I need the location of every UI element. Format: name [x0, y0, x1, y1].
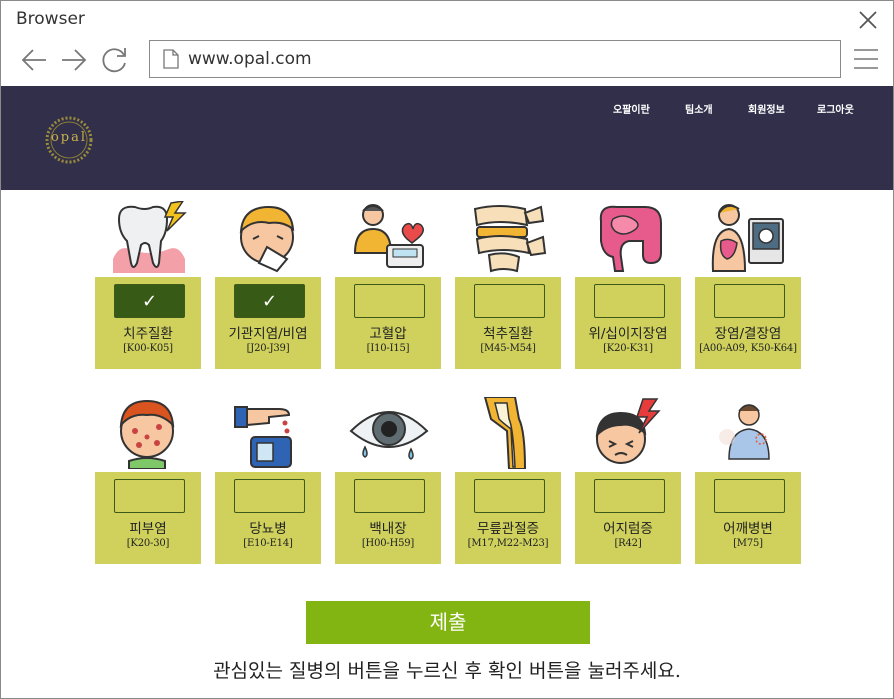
- select-button[interactable]: [354, 479, 425, 513]
- disease-card-knee: 무릎관절증 [M17,M22-M23]: [455, 472, 561, 564]
- select-button[interactable]: [714, 479, 785, 513]
- disease-code: [I10-I15]: [366, 343, 410, 354]
- disease-card-shoulder: 어깨병변 [M75]: [695, 472, 801, 564]
- disease-code: [A00-A09, K50-K64]: [699, 343, 797, 354]
- disease-code: [R42]: [614, 538, 642, 549]
- disease-name: 고혈압: [369, 326, 407, 342]
- disease-name: 어지럼증: [603, 521, 653, 537]
- disease-card-dizziness: 어지럼증 [R42]: [575, 472, 681, 564]
- knee-joint-icon: [483, 397, 527, 469]
- site-header: opal 오팔이란 팀소개 회원정보 로그아웃: [1, 86, 893, 190]
- spine-icon: [473, 205, 547, 273]
- disease-code: [M17,M22-M23]: [467, 538, 549, 549]
- reload-icon[interactable]: [100, 45, 130, 75]
- title-bar: Browser: [1, 1, 893, 37]
- disease-code: [E10-E14]: [243, 538, 293, 549]
- disease-code: [K00-K05]: [123, 343, 173, 354]
- shoulder-pain-icon: [719, 404, 770, 460]
- browser-window: Browser www.opal.com opal 오팔이란 팀소개 회원정보 …: [0, 0, 894, 699]
- disease-name: 척추질환: [483, 326, 533, 342]
- check-icon: ✓: [141, 290, 158, 312]
- select-button[interactable]: [114, 479, 185, 513]
- disease-name: 당뇨병: [249, 521, 287, 537]
- disease-name: 장염/결장염: [714, 326, 782, 342]
- disease-name: 위/십이지장염: [588, 326, 668, 342]
- nav-member-info[interactable]: 회원정보: [748, 101, 785, 116]
- select-button[interactable]: ✓: [114, 284, 185, 318]
- select-button[interactable]: [714, 284, 785, 318]
- disease-card-cataract: 백내장 [H00-H59]: [335, 472, 441, 564]
- select-button[interactable]: [594, 284, 665, 318]
- tooth-pain-icon: [113, 201, 187, 273]
- disease-code: [M75]: [733, 538, 763, 549]
- disease-code: [K20-30]: [126, 538, 170, 549]
- disease-name: 기관지염/비염: [228, 326, 308, 342]
- skin-rash-icon: [119, 399, 175, 469]
- disease-card-periodontal: ✓ 치주질환 [K00-K05]: [95, 277, 201, 369]
- intestine-icon: [599, 205, 662, 272]
- logo-text: opal: [50, 130, 88, 145]
- hamburger-menu-icon[interactable]: [853, 47, 879, 71]
- eye-icon: [349, 411, 429, 460]
- headache-icon: [595, 398, 661, 464]
- blood-pressure-icon: [353, 204, 424, 268]
- url-text: www.opal.com: [188, 49, 312, 69]
- disease-code: [H00-H59]: [361, 538, 415, 549]
- disease-card-spine: 척추질환 [M45-M54]: [455, 277, 561, 369]
- disease-card-colitis: 장염/결장염 [A00-A09, K50-K64]: [695, 277, 801, 369]
- disease-card-dermatitis: 피부염 [K20-30]: [95, 472, 201, 564]
- nav-logout[interactable]: 로그아웃: [817, 101, 854, 116]
- select-button[interactable]: [594, 479, 665, 513]
- select-button[interactable]: [474, 284, 545, 318]
- disease-card-hypertension: 고혈압 [I10-I15]: [335, 277, 441, 369]
- disease-name: 무릎관절증: [476, 521, 540, 537]
- nav-team[interactable]: 팀소개: [685, 101, 713, 116]
- glucose-meter-icon: [234, 406, 292, 468]
- disease-name: 백내장: [369, 521, 407, 537]
- disease-name: 치주질환: [123, 326, 173, 342]
- nav-about[interactable]: 오팔이란: [613, 101, 650, 116]
- sneezing-person-icon: [239, 205, 295, 273]
- forward-arrow-icon[interactable]: [59, 45, 89, 75]
- disease-code: [K20-K31]: [603, 343, 653, 354]
- back-arrow-icon[interactable]: [19, 45, 49, 75]
- disease-name: 어깨병변: [723, 521, 773, 537]
- disease-card-bronchitis: ✓ 기관지염/비염 [J20-J39]: [215, 277, 321, 369]
- select-button[interactable]: [474, 479, 545, 513]
- select-button[interactable]: [354, 284, 425, 318]
- submit-button[interactable]: 제출: [306, 601, 590, 644]
- disease-card-diabetes: 당뇨병 [E10-E14]: [215, 472, 321, 564]
- select-button[interactable]: [234, 479, 305, 513]
- disease-code: [J20-J39]: [246, 343, 290, 354]
- address-bar[interactable]: www.opal.com: [149, 40, 841, 78]
- disease-code: [M45-M54]: [480, 343, 536, 354]
- navigation-bar: www.opal.com: [1, 37, 893, 85]
- disease-card-gastritis: 위/십이지장염 [K20-K31]: [575, 277, 681, 369]
- instruction-text: 관심있는 질병의 버튼을 누르신 후 확인 버튼을 눌러주세요.: [213, 660, 681, 682]
- window-title: Browser: [16, 9, 85, 29]
- endoscopy-icon: [711, 204, 784, 272]
- close-icon[interactable]: [857, 9, 879, 31]
- disease-name: 피부염: [129, 521, 167, 537]
- select-button[interactable]: ✓: [234, 284, 305, 318]
- page-icon: [163, 49, 179, 69]
- check-icon: ✓: [261, 290, 278, 312]
